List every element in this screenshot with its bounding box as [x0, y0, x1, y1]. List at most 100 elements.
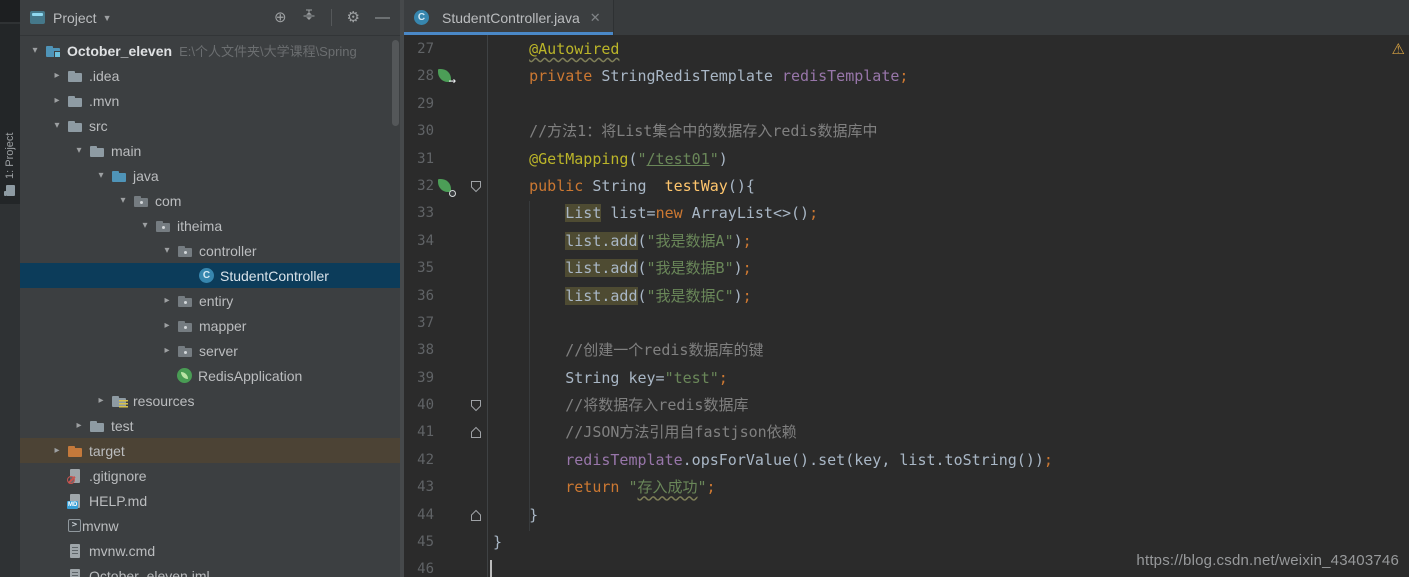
tree-item-controller[interactable]: ▾controller	[20, 238, 400, 263]
tree-item-entiry[interactable]: ▸entiry	[20, 288, 400, 313]
tree-item-main[interactable]: ▾main	[20, 138, 400, 163]
chevron-down-icon[interactable]: ▼	[103, 13, 112, 23]
line-number: 42	[404, 447, 434, 474]
tree-item-label: .mvn	[89, 93, 119, 109]
tree-item-src[interactable]: ▾src	[20, 113, 400, 138]
chevron-expanded-icon[interactable]: ▾	[113, 195, 133, 206]
code-line-30[interactable]: 30 //方法1：将List集合中的数据存入redis数据库中	[404, 118, 1409, 145]
tree-item-resources[interactable]: ▸ resources	[20, 388, 400, 413]
tree-item-label: HELP.md	[89, 493, 147, 509]
warning-triangle-icon[interactable]: ⚠	[1392, 40, 1405, 58]
tool-window-button-project[interactable]: 1: Project	[0, 24, 20, 204]
code-text: //JSON方法引用自fastjson依赖	[493, 419, 797, 446]
tree-item-target[interactable]: ▸target	[20, 438, 400, 463]
spring-bean-gutter-icon[interactable]: →	[438, 69, 453, 84]
line-number: 41	[404, 419, 434, 446]
code-line-37[interactable]: 37	[404, 310, 1409, 337]
chevron-expanded-icon[interactable]: ▾	[25, 45, 45, 56]
tree-item-label: itheima	[177, 218, 222, 234]
chevron-collapsed-icon[interactable]: ▸	[157, 295, 177, 306]
code-line-40[interactable]: 40 //将数据存入redis数据库	[404, 392, 1409, 419]
resources-folder-icon	[111, 393, 127, 409]
code-line-42[interactable]: 42 redisTemplate.opsForValue().set(key, …	[404, 447, 1409, 474]
code-line-36[interactable]: 36 list.add("我是数据C");	[404, 283, 1409, 310]
chevron-collapsed-icon[interactable]: ▸	[47, 445, 67, 456]
code-line-31[interactable]: 31 @GetMapping("/test01")	[404, 146, 1409, 173]
locate-icon[interactable]: ⊕	[274, 10, 287, 26]
collapse-all-icon[interactable]	[302, 9, 316, 27]
chevron-expanded-icon[interactable]: ▾	[157, 245, 177, 256]
tree-item-itheima[interactable]: ▾ itheima	[20, 213, 400, 238]
tree-item-october-eleven-iml[interactable]: October_eleven.iml	[20, 563, 400, 577]
chevron-expanded-icon[interactable]: ▾	[47, 120, 67, 131]
code-line-39[interactable]: 39 String key="test";	[404, 365, 1409, 392]
tree-item-server[interactable]: ▸server	[20, 338, 400, 363]
tree-item-october-eleven[interactable]: ▾October_elevenE:\个人文件夹\大学课程\Spring	[20, 38, 400, 63]
chevron-collapsed-icon[interactable]: ▸	[69, 420, 89, 431]
chevron-collapsed-icon[interactable]: ▸	[91, 395, 111, 406]
code-line-41[interactable]: 41 //JSON方法引用自fastjson依赖	[404, 419, 1409, 446]
tree-item-redisapplication[interactable]: RedisApplication	[20, 363, 400, 388]
tree-item--gitignore[interactable]: .gitignore	[20, 463, 400, 488]
fold-region-open-icon[interactable]	[470, 180, 482, 193]
chevron-collapsed-icon[interactable]: ▸	[47, 95, 67, 106]
code-editor[interactable]: 27 @Autowired28→ private StringRedisTemp…	[404, 36, 1409, 577]
code-line-44[interactable]: 44 }	[404, 502, 1409, 529]
fold-region-close-icon[interactable]	[470, 509, 482, 522]
line-number: 34	[404, 228, 434, 255]
code-text: list.add("我是数据C");	[493, 283, 752, 310]
tree-item-java[interactable]: ▾java	[20, 163, 400, 188]
chevron-expanded-icon[interactable]: ▾	[69, 145, 89, 156]
code-text: //创建一个redis数据库的键	[493, 337, 763, 364]
line-number: 39	[404, 365, 434, 392]
tree-item-mvnw-cmd[interactable]: mvnw.cmd	[20, 538, 400, 563]
code-line-34[interactable]: 34 list.add("我是数据A");	[404, 228, 1409, 255]
class-icon: C	[199, 268, 214, 283]
fold-region-close-icon[interactable]	[470, 426, 482, 439]
code-line-38[interactable]: 38 //创建一个redis数据库的键	[404, 337, 1409, 364]
code-line-35[interactable]: 35 list.add("我是数据B");	[404, 255, 1409, 282]
tree-item-mapper[interactable]: ▸mapper	[20, 313, 400, 338]
tab-studentcontroller[interactable]: C StudentController.java ✕	[404, 0, 614, 35]
panel-scrollbar[interactable]	[392, 40, 399, 126]
code-text: return "存入成功";	[493, 474, 716, 501]
close-icon[interactable]: ✕	[590, 10, 601, 26]
code-line-27[interactable]: 27 @Autowired	[404, 36, 1409, 63]
chevron-collapsed-icon[interactable]: ▸	[157, 345, 177, 356]
tree-item--idea[interactable]: ▸.idea	[20, 63, 400, 88]
code-line-43[interactable]: 43 return "存入成功";	[404, 474, 1409, 501]
code-text: }	[493, 529, 502, 556]
code-line-32[interactable]: 32 public String testWay(){	[404, 173, 1409, 200]
folder-icon	[67, 93, 83, 109]
chevron-collapsed-icon[interactable]: ▸	[47, 70, 67, 81]
hide-panel-icon[interactable]: —	[375, 10, 390, 26]
chevron-expanded-icon[interactable]: ▾	[135, 220, 155, 231]
fold-region-open-icon[interactable]	[470, 399, 482, 412]
chevron-collapsed-icon[interactable]: ▸	[157, 320, 177, 331]
code-line-33[interactable]: 33 List list=new ArrayList<>();	[404, 200, 1409, 227]
tree-item-help-md[interactable]: MDHELP.md	[20, 488, 400, 513]
line-number: 30	[404, 118, 434, 145]
code-text: }	[493, 502, 538, 529]
spring-boot-icon	[177, 368, 192, 383]
code-line-29[interactable]: 29	[404, 91, 1409, 118]
chevron-expanded-icon[interactable]: ▾	[91, 170, 111, 181]
settings-gear-icon[interactable]: ⚙	[347, 10, 360, 26]
panel-title: Project	[53, 10, 97, 26]
editor-area: C StudentController.java ✕ 27 @Autowired…	[404, 0, 1409, 577]
tree-item-studentcontroller[interactable]: CStudentController	[20, 263, 400, 288]
tree-item-label: mvnw	[82, 518, 119, 534]
line-number: 27	[404, 36, 434, 63]
tree-item-test[interactable]: ▸test	[20, 413, 400, 438]
tree-item-mvnw[interactable]: >mvnw	[20, 513, 400, 538]
code-line-28[interactable]: 28→ private StringRedisTemplate redisTem…	[404, 63, 1409, 90]
tree-item--mvn[interactable]: ▸ .mvn	[20, 88, 400, 113]
window-corner	[0, 0, 20, 22]
source-folder-icon	[111, 168, 127, 184]
folder-icon	[89, 143, 105, 159]
file-icon	[67, 543, 83, 559]
spring-mapping-gutter-icon[interactable]	[438, 179, 453, 194]
line-number: 35	[404, 255, 434, 282]
tree-item-label: resources	[133, 393, 194, 409]
tree-item-com[interactable]: ▾com	[20, 188, 400, 213]
